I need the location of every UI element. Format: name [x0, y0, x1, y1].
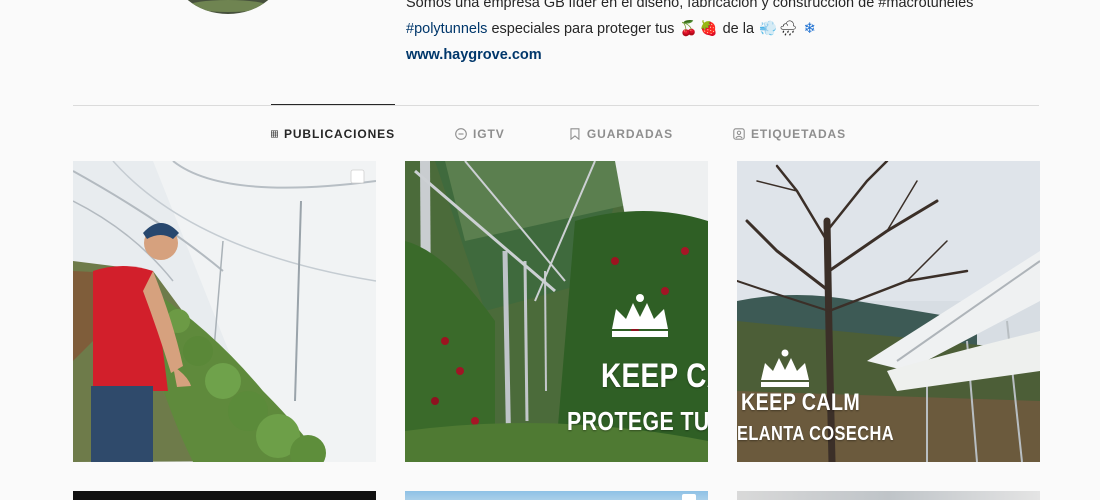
- tag-person-icon: [733, 128, 745, 140]
- cherry-icon: 🍒: [679, 21, 698, 37]
- multiple-images-icon: [350, 169, 365, 184]
- tabs-divider: [73, 105, 1039, 106]
- profile-bio: Somos una empresa GB líder en el diseño,…: [406, 0, 1066, 68]
- website-link[interactable]: www.haygrove.com: [406, 47, 542, 63]
- post-tile-2[interactable]: KEEP CAL PROTEGE TU CO: [405, 161, 708, 462]
- active-tab-indicator: [271, 104, 395, 105]
- igtv-icon: [455, 128, 467, 140]
- snowflake-icon: ❄: [803, 21, 816, 37]
- tab-guardadas[interactable]: GUARDADAS: [569, 126, 673, 142]
- post-tile-4[interactable]: [73, 491, 376, 500]
- bio-line-2: #polytunnels especiales para proteger tu…: [406, 16, 1066, 42]
- profile-avatar[interactable]: [170, 0, 286, 14]
- rain-cloud-icon: 🌧: [779, 21, 798, 37]
- tab-label: PUBLICACIONES: [283, 127, 395, 141]
- profile-tabs: PUBLICACIONES IGTV GUARDADAS ETIQUETADAS: [271, 126, 846, 142]
- tab-igtv[interactable]: IGTV: [455, 126, 509, 142]
- tab-label: IGTV: [473, 127, 505, 141]
- bio-text-de-la: de la: [718, 21, 759, 37]
- tab-publicaciones[interactable]: PUBLICACIONES: [271, 126, 395, 142]
- post-overlay-line-2: ELANTA COSECHA: [737, 423, 894, 445]
- post-image-polytunnel-man: [73, 161, 376, 462]
- post-overlay-line-1: KEEP CAL: [601, 357, 708, 395]
- post-overlay-line-1: KEEP CALM: [741, 389, 861, 416]
- wind-icon: 💨: [759, 21, 778, 37]
- post-tile-5[interactable]: [405, 491, 708, 500]
- bio-text-proteger: especiales para proteger tus: [487, 21, 679, 37]
- tab-label: ETIQUETADAS: [751, 127, 847, 141]
- multiple-images-icon: [682, 494, 696, 500]
- bio-line-1: Somos una empresa GB líder en el diseño,…: [406, 0, 974, 11]
- grid-icon: [271, 130, 278, 138]
- hashtag-polytunnels[interactable]: #polytunnels: [406, 21, 487, 37]
- tab-etiquetadas[interactable]: ETIQUETADAS: [733, 126, 846, 142]
- bookmark-icon: [570, 128, 580, 140]
- tab-label: GUARDADAS: [586, 127, 673, 141]
- strawberry-icon: 🍓: [699, 21, 718, 37]
- post-overlay-line-2: PROTEGE TU CO: [567, 406, 708, 436]
- post-tile-3[interactable]: KEEP CALM ELANTA COSECHA: [737, 161, 1040, 462]
- post-tile-6[interactable]: [737, 491, 1040, 500]
- post-tile-1[interactable]: [73, 161, 376, 462]
